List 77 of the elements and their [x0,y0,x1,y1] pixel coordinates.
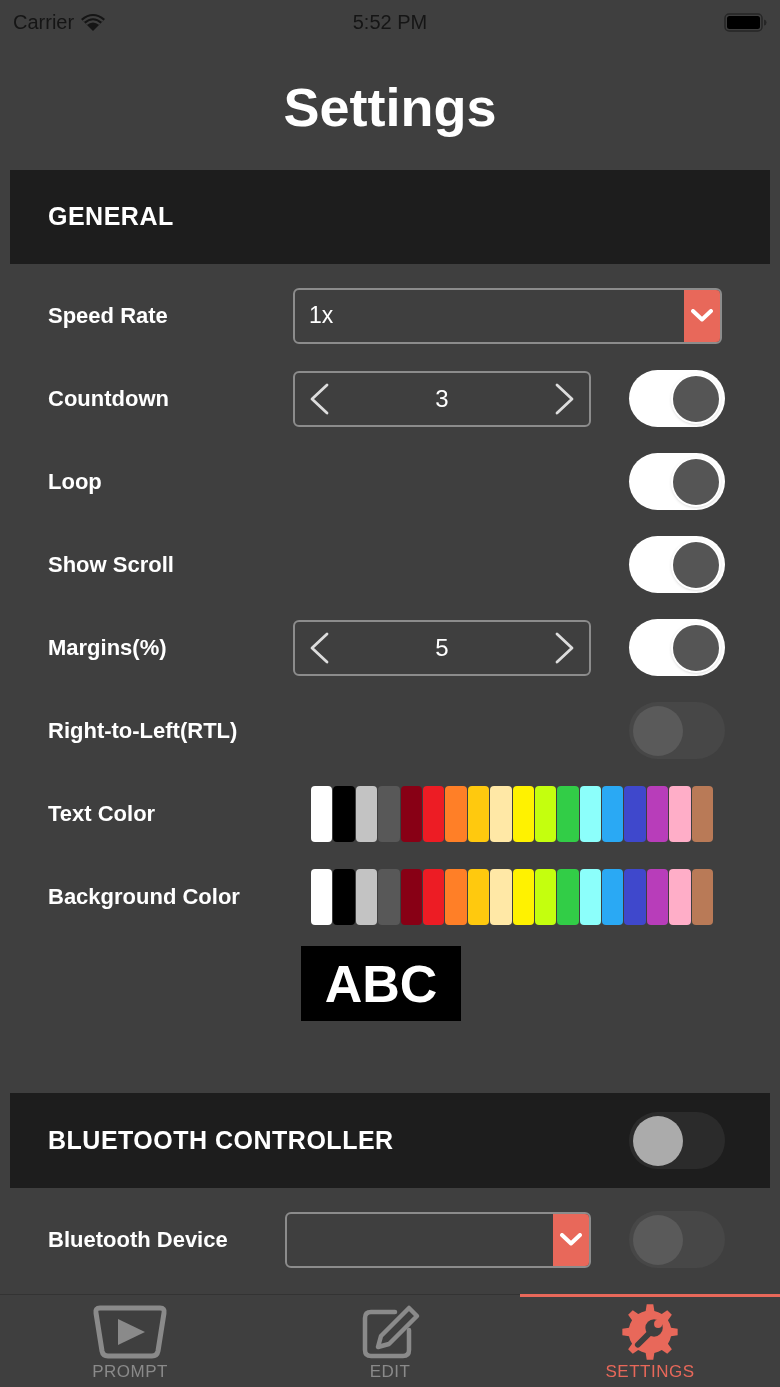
chevron-left-icon [309,631,329,664]
color-swatch-icon[interactable] [691,868,714,925]
chevron-left-icon [309,382,329,415]
color-swatch-icon[interactable] [691,785,714,842]
wifi-icon [80,12,107,32]
color-swatch-icon[interactable] [378,785,400,842]
toggle-switch[interactable] [629,619,725,676]
color-swatch-icon[interactable] [378,868,400,925]
setting-label: Loop [48,468,103,496]
setting-label: Margins(%) [48,634,168,662]
setting-label: Right-to-Left(RTL) [48,717,239,745]
decrement-button[interactable] [309,382,329,415]
color-swatch-icon[interactable] [512,868,534,925]
setting-label: Countdown [48,385,170,413]
dropdown-arrow-button[interactable] [553,1213,589,1266]
color-swatch-icon[interactable] [669,785,691,842]
color-swatch-icon[interactable] [445,868,467,925]
setting-label: Speed Rate [48,302,169,330]
toggle-switch[interactable] [629,536,725,593]
setting-label: Text Color [48,800,157,828]
increment-button[interactable] [555,382,575,415]
color-swatch-icon[interactable] [534,785,557,842]
toggle-switch[interactable] [629,370,725,427]
color-swatch-icon[interactable] [490,785,512,842]
color-swatch-icon[interactable] [467,868,490,925]
battery-icon [724,12,767,32]
color-swatch-icon[interactable] [579,868,602,925]
tab[interactable]: EDIT [260,1294,520,1387]
section-title: BLUETOOTH CONTROLLER [48,1124,394,1156]
text-preview: ABC [301,946,461,1021]
setting-label: Background Color [48,883,241,911]
color-swatch-icon[interactable] [490,868,512,925]
color-swatch-icon[interactable] [624,868,646,925]
color-swatch-icon[interactable] [534,868,557,925]
color-swatch-icon[interactable] [400,868,422,925]
section-title: GENERAL [48,201,174,233]
color-swatch-icon[interactable] [445,785,467,842]
color-swatch-icon[interactable] [333,868,355,925]
color-swatch-icon[interactable] [422,785,445,842]
dropdown-arrow-button[interactable] [684,289,720,342]
color-swatch-icon[interactable] [467,785,490,842]
color-swatch-icon[interactable] [624,785,646,842]
color-swatch-icon[interactable] [602,868,624,925]
chevron-right-icon [555,382,575,415]
stepper-value: 5 [435,632,449,663]
chevron-down-icon [691,309,713,322]
stepper-value: 3 [435,383,449,414]
color-swatch-icon[interactable] [355,785,378,842]
increment-button[interactable] [555,631,575,664]
color-swatch-icon[interactable] [646,868,669,925]
color-swatch-icon[interactable] [333,785,355,842]
setting-label: Show Scroll [48,551,175,579]
color-swatch-icon[interactable] [512,785,534,842]
color-swatch-icon[interactable] [355,868,378,925]
color-swatch-icon[interactable] [311,868,333,925]
play-screen-icon [91,1304,169,1360]
chevron-right-icon [555,631,575,664]
dropdown-field[interactable] [285,1211,591,1268]
color-swatch-icon[interactable] [602,785,624,842]
tab[interactable]: PROMPT [0,1294,260,1387]
color-swatch-icon[interactable] [646,785,669,842]
toggle-switch[interactable] [629,453,725,510]
color-swatch-icon[interactable] [669,868,691,925]
color-swatch-icon[interactable] [579,785,602,842]
decrement-button[interactable] [309,631,329,664]
color-swatch-icon[interactable] [311,785,333,842]
setting-label: Bluetooth Device [48,1226,229,1254]
gear-wrench-icon [621,1303,679,1361]
color-swatch-icon[interactable] [557,785,579,842]
page-title: Settings [283,75,497,139]
chevron-down-icon [560,1233,582,1246]
color-swatch-icon[interactable] [400,785,422,842]
color-swatch-icon[interactable] [422,868,445,925]
color-swatch-icon[interactable] [557,868,579,925]
dropdown-field[interactable]: 1x [293,287,722,344]
dropdown-value: 1x [309,301,334,331]
tab[interactable]: SETTINGS [520,1294,780,1387]
